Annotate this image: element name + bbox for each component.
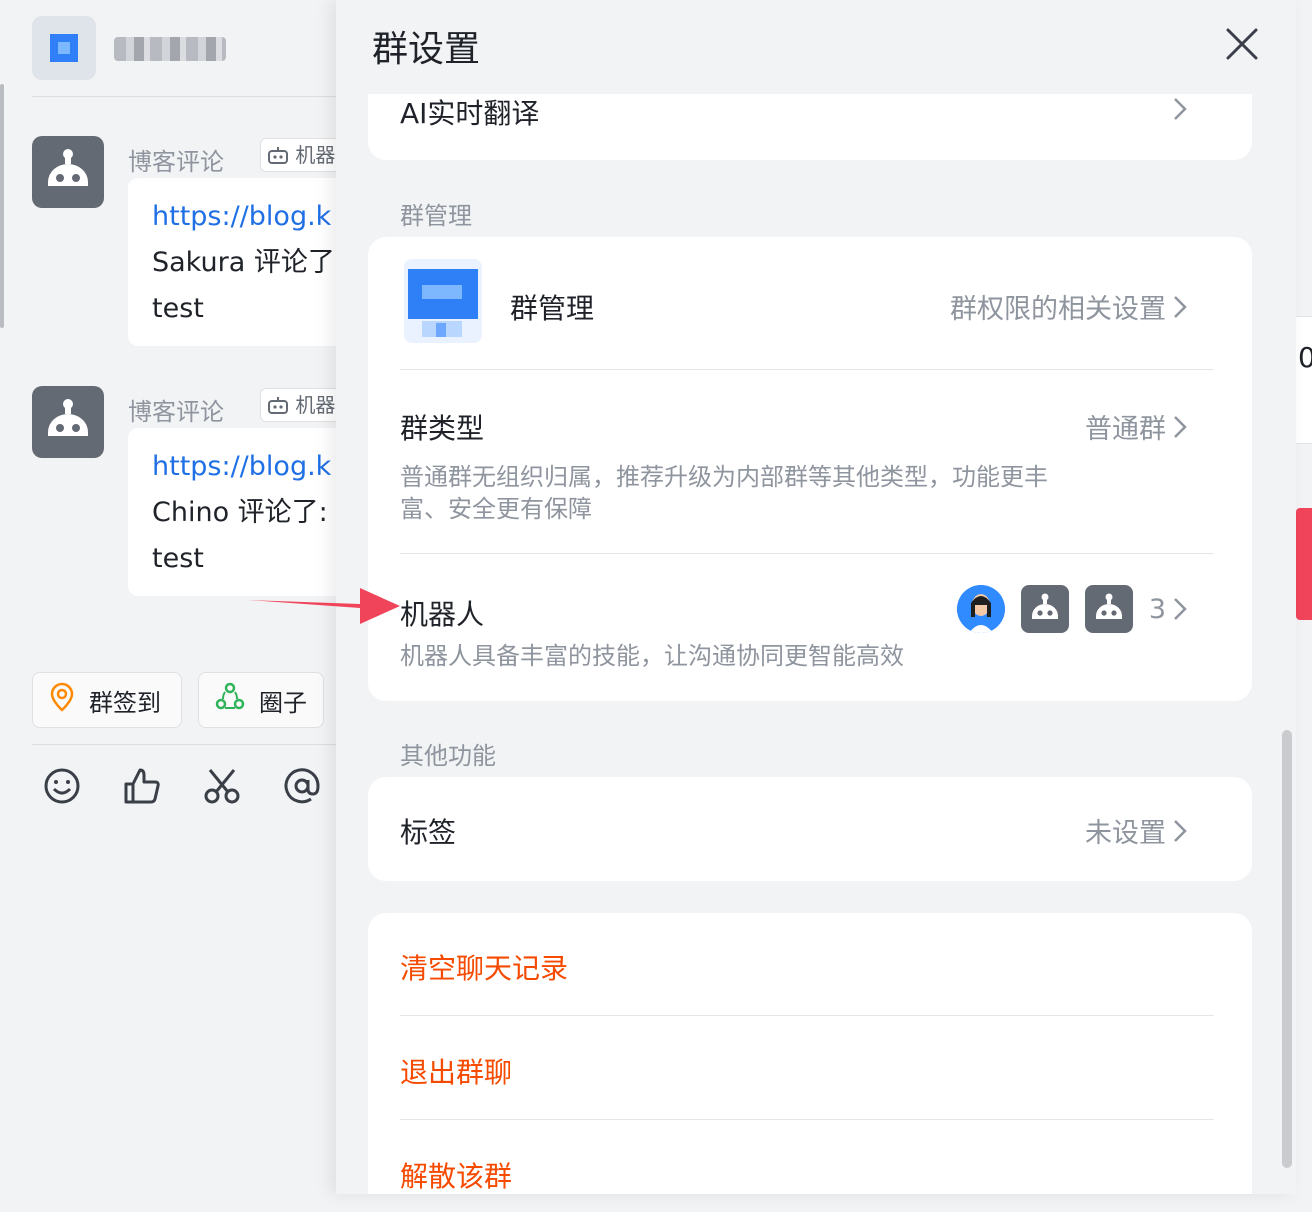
- leave-group-button[interactable]: 退出群聊: [400, 1051, 512, 1091]
- group-manage-title[interactable]: 群管理: [510, 287, 594, 327]
- chevron-right-icon: [1174, 295, 1187, 318]
- message: 博客评论 机器人 https://blog.k Sakura 评论了 test: [32, 136, 336, 352]
- group-type-title[interactable]: 群类型: [400, 407, 484, 447]
- divider: [400, 1015, 1214, 1016]
- message-link[interactable]: https://blog.k: [152, 194, 336, 240]
- group-manage-hint: 群权限的相关设置: [950, 294, 1166, 325]
- scrollbar[interactable]: [1282, 730, 1292, 1168]
- group-type-desc: 富、安全更有保障: [400, 495, 592, 523]
- robot-tag-label: 机器人: [295, 143, 336, 167]
- chevron-right-icon: [1174, 415, 1187, 438]
- group-type-value: 普通群: [1085, 414, 1166, 445]
- ai-translate-label: AI实时翻译: [400, 97, 540, 130]
- tags-link: 未设置: [1085, 811, 1188, 850]
- circle-icon: [215, 682, 245, 718]
- tags-title: 标签: [400, 816, 457, 849]
- dissolve-group-button[interactable]: 解散该群: [400, 1155, 512, 1194]
- location-pin-icon: [49, 682, 75, 718]
- chevron-right-icon: [1174, 819, 1187, 842]
- robot-tag: 机器人: [260, 138, 336, 172]
- clear-history-button[interactable]: 清空聊天记录: [400, 947, 568, 987]
- robot-avatar-icon[interactable]: [32, 136, 104, 208]
- message: 博客评论 机器人 https://blog.k Chino 评论了: test: [32, 386, 336, 602]
- at-icon[interactable]: [280, 764, 324, 808]
- robots-count-wrap: 3: [1149, 594, 1188, 625]
- panel-header: 群设置: [336, 0, 1296, 94]
- message-link[interactable]: https://blog.k: [152, 444, 336, 490]
- group-avatar[interactable]: [32, 16, 96, 80]
- chat-header: [32, 16, 336, 80]
- robot-tag: 机器人: [260, 388, 336, 422]
- circle-label: 圈子: [259, 688, 307, 717]
- ai-translate-chevron: [1172, 96, 1188, 122]
- message-text: test: [152, 543, 204, 574]
- annotation-arrow-icon: [248, 584, 408, 628]
- checkin-button[interactable]: 群签到: [32, 672, 182, 728]
- robot-avatar-icon: [1084, 585, 1133, 633]
- message-text: Sakura 评论了: [152, 247, 335, 278]
- group-settings-panel: 群设置 AI实时翻译 群管理 群管理 群权限的相关设置 群类型 普通群 普通群无…: [336, 0, 1296, 1194]
- tags-value: 未设置: [1085, 818, 1166, 849]
- robot-avatar-person-icon: [956, 585, 1005, 633]
- message-bubble: https://blog.k Chino 评论了: test: [128, 428, 336, 596]
- robots-title[interactable]: 机器人: [400, 593, 484, 633]
- scissors-icon[interactable]: [200, 764, 244, 808]
- group-manage-link[interactable]: 群权限的相关设置: [950, 287, 1188, 326]
- robots-link[interactable]: 3: [956, 585, 1188, 633]
- danger-actions-card: 清空聊天记录 退出群聊 解散该群: [368, 913, 1252, 1194]
- robot-tag-label: 机器人: [295, 393, 336, 417]
- background-red-tab: [1296, 508, 1312, 620]
- close-icon[interactable]: [1220, 22, 1264, 66]
- chevron-right-icon: [1174, 98, 1187, 120]
- circle-button[interactable]: 圈子: [198, 672, 324, 728]
- divider: [32, 96, 336, 97]
- panel-title: 群设置: [372, 29, 481, 70]
- group-manage-card: 群管理 群权限的相关设置 群类型 普通群 普通群无组织归属，推荐升级为内部群等其…: [368, 237, 1252, 701]
- robot-avatar-icon[interactable]: [32, 386, 104, 458]
- chevron-right-icon: [1174, 598, 1187, 620]
- message-text: test: [152, 293, 204, 324]
- sender-name: 博客评论: [128, 398, 224, 426]
- divider: [32, 744, 336, 745]
- emoji-icon[interactable]: [40, 764, 84, 808]
- tags-row[interactable]: 标签 未设置: [368, 777, 1252, 881]
- group-manage-app-icon: [400, 253, 486, 349]
- robots-count: 3: [1148, 593, 1166, 625]
- section-label-group-manage: 群管理: [400, 202, 472, 230]
- group-type-link[interactable]: 普通群: [1085, 407, 1188, 446]
- left-scroll-edge: [0, 84, 4, 328]
- section-label-other: 其他功能: [400, 742, 496, 770]
- robots-desc: 机器人具备丰富的技能，让沟通协同更智能高效: [400, 642, 904, 670]
- group-type-desc: 普通群无组织归属，推荐升级为内部群等其他类型，功能更丰: [400, 463, 1048, 491]
- message-text: Chino 评论了:: [152, 497, 328, 528]
- message-bubble: https://blog.k Sakura 评论了 test: [128, 178, 336, 346]
- thumbs-up-icon[interactable]: [120, 764, 164, 808]
- robot-small-icon: [267, 393, 295, 417]
- divider: [400, 1119, 1214, 1120]
- sender-name: 博客评论: [128, 148, 224, 176]
- divider: [400, 553, 1214, 554]
- divider: [400, 369, 1214, 370]
- robot-small-icon: [267, 143, 295, 167]
- robot-avatar-icon: [1020, 585, 1069, 633]
- background-window-edge: 0: [1296, 316, 1312, 444]
- blurred-group-name: [114, 37, 226, 61]
- checkin-label: 群签到: [89, 688, 161, 717]
